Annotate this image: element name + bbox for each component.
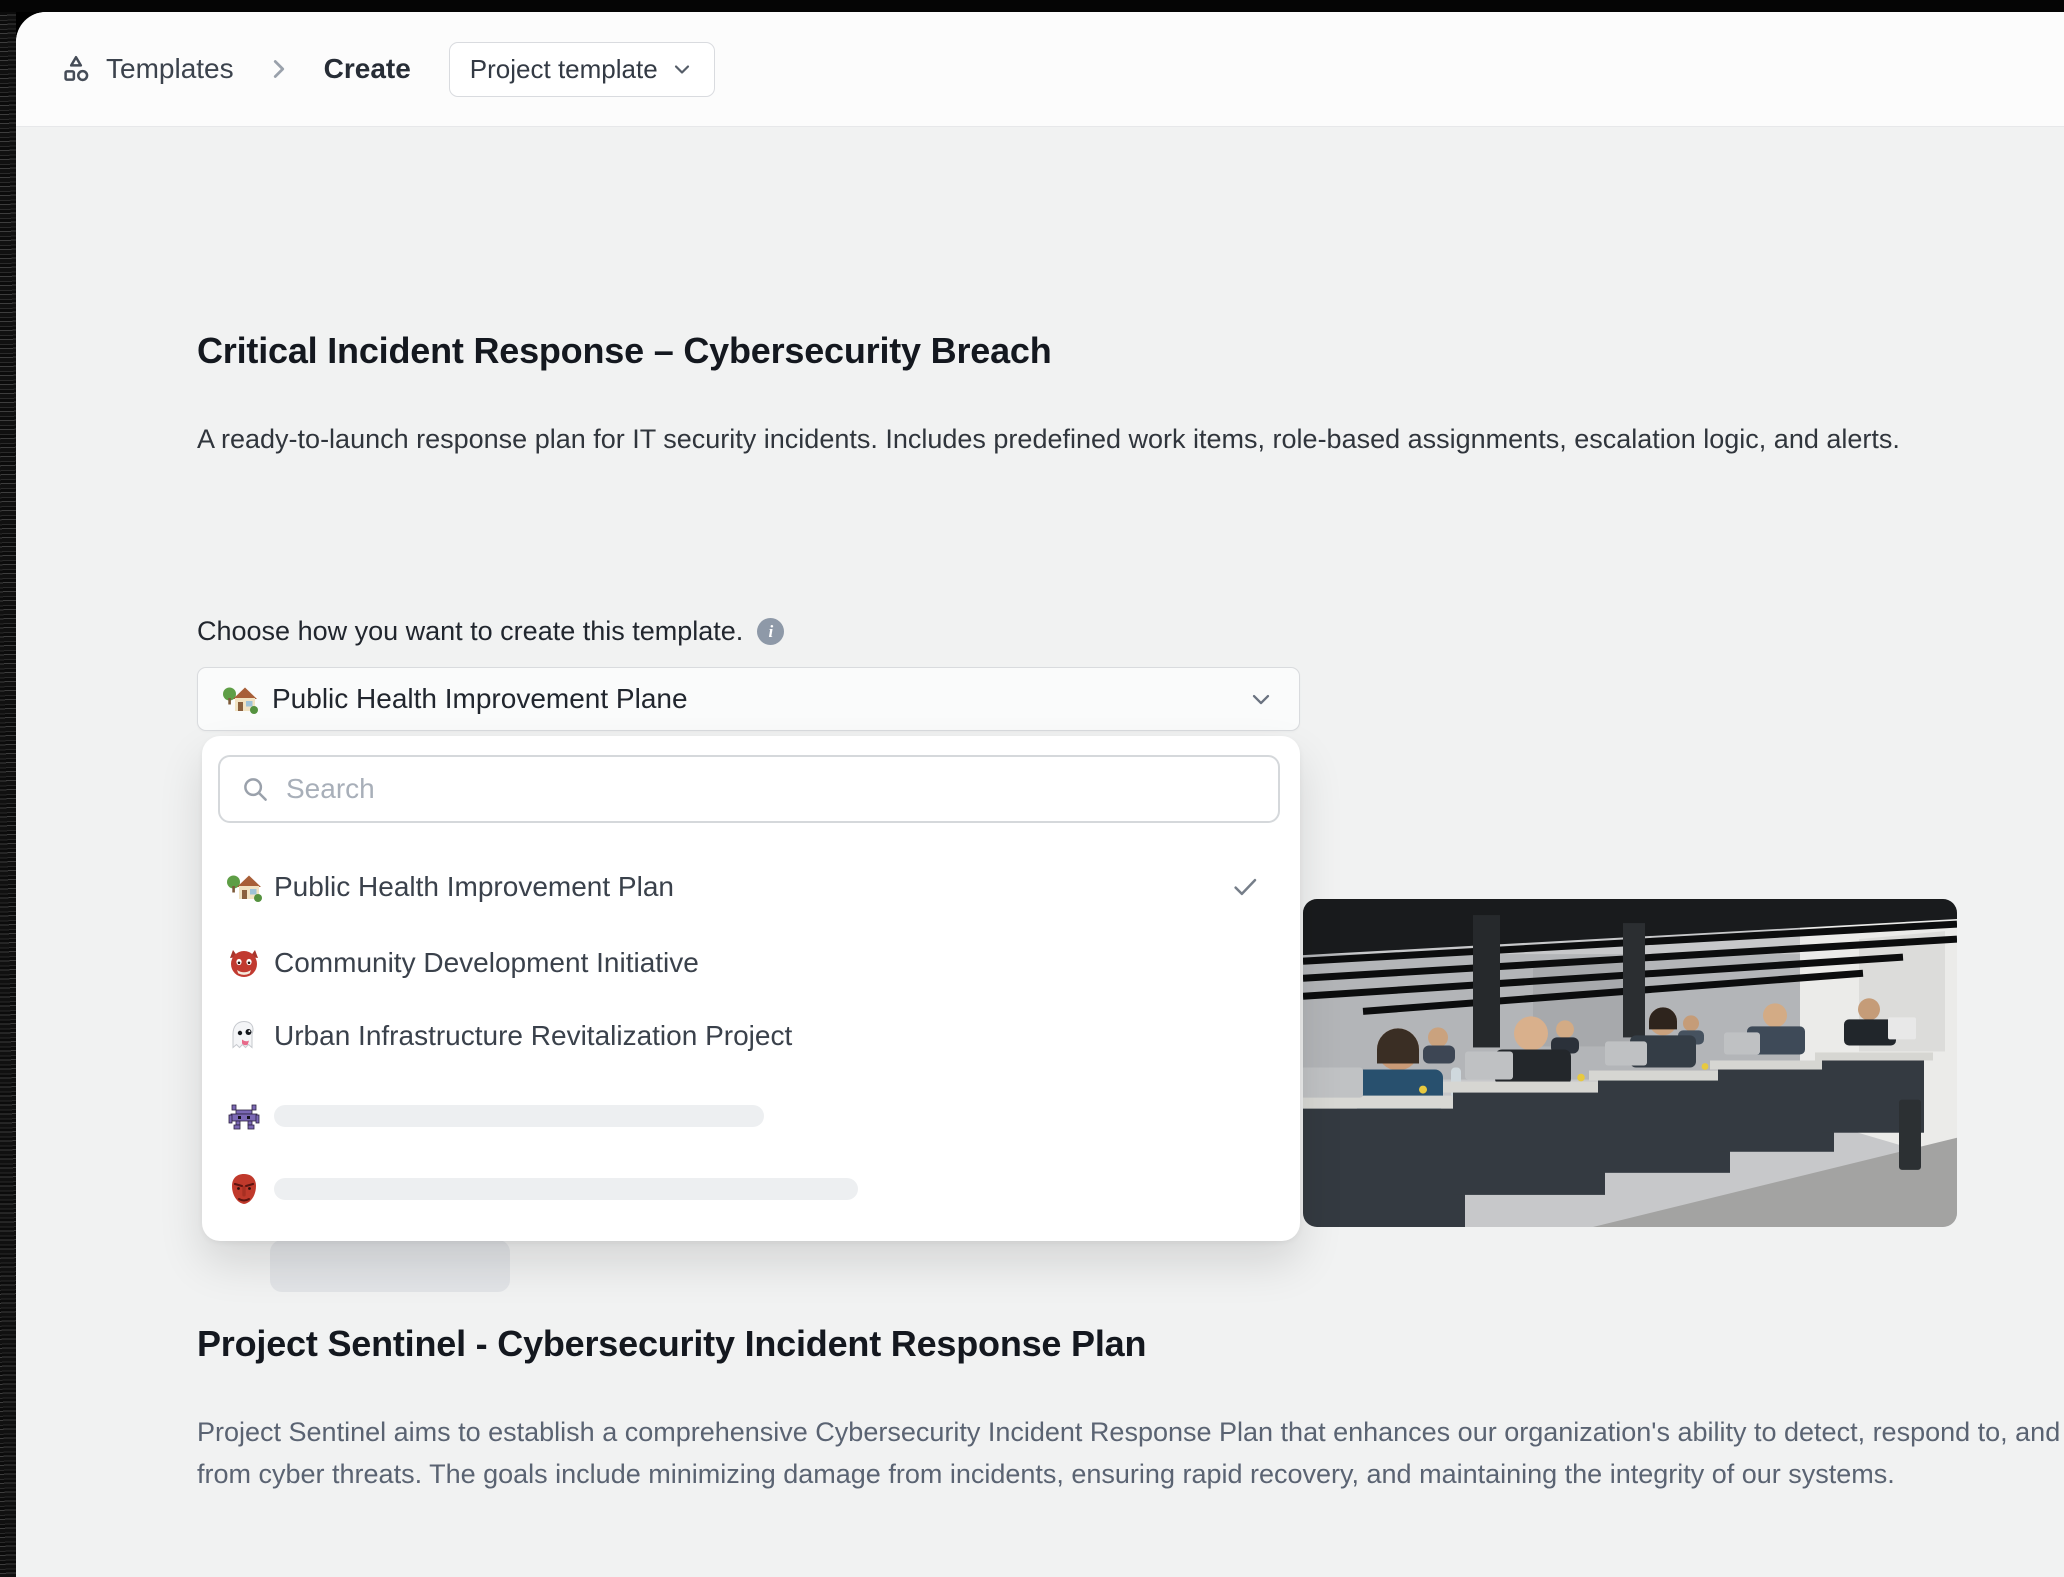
goblin-emoji [226, 1171, 262, 1207]
project-description-line2: from cyber threats. The goals include mi… [197, 1453, 2064, 1495]
project-title: Project Sentinel - Cybersecurity Inciden… [197, 1323, 1146, 1365]
template-description: A ready-to-launch response plan for IT s… [197, 418, 2053, 460]
choose-template-label: Choose how you want to create this templ… [197, 616, 743, 647]
template-source-select[interactable]: Public Health Improvement Plane [197, 667, 1300, 731]
option-community-development[interactable]: Community Development Initiative [226, 945, 1276, 981]
chevron-down-icon [670, 57, 694, 81]
ghost-emoji [226, 1018, 262, 1054]
option-label: Public Health Improvement Plan [274, 871, 674, 903]
screen-top-bezel [0, 0, 2064, 12]
loading-skeleton-bar [274, 1105, 764, 1127]
template-dropdown-panel: Public Health Improvement Plan [202, 736, 1300, 1241]
hidden-element-peek [270, 1240, 510, 1292]
header-bar: Templates Create Project template [16, 12, 2064, 127]
project-description: Project Sentinel aims to establish a com… [197, 1411, 2064, 1495]
templates-icon [60, 53, 92, 85]
check-icon [1230, 872, 1260, 902]
chevron-right-icon [264, 54, 294, 84]
template-title: Critical Incident Response – Cybersecuri… [197, 328, 1052, 374]
loading-skeleton-bar [274, 1178, 858, 1200]
chevron-down-icon [1247, 685, 1275, 713]
project-cover-image [1303, 899, 1957, 1227]
template-type-dropdown[interactable]: Project template [449, 42, 715, 97]
project-description-line1: Project Sentinel aims to establish a com… [197, 1411, 2064, 1453]
option-label: Urban Infrastructure Revitalization Proj… [274, 1020, 792, 1052]
breadcrumb-templates[interactable]: Templates [106, 53, 234, 85]
info-icon[interactable]: i [757, 618, 784, 645]
search-input[interactable] [284, 772, 1278, 806]
option-label: Community Development Initiative [274, 947, 699, 979]
search-icon [240, 774, 270, 804]
option-loading-2[interactable] [226, 1171, 1276, 1207]
house-with-garden-emoji [226, 869, 262, 905]
option-loading-1[interactable] [226, 1098, 1276, 1134]
template-type-label: Project template [470, 54, 658, 85]
office-photo-illustration [1303, 899, 1957, 1227]
screen-left-bezel [0, 12, 16, 1577]
breadcrumb-create: Create [324, 53, 411, 85]
alien-monster-emoji [226, 1098, 262, 1134]
search-box[interactable] [218, 755, 1280, 823]
ogre-emoji [226, 945, 262, 981]
option-public-health[interactable]: Public Health Improvement Plan [226, 869, 1276, 905]
breadcrumb: Templates Create Project template [60, 42, 715, 97]
house-with-garden-emoji [222, 681, 258, 717]
selected-template-label: Public Health Improvement Plane [272, 683, 688, 715]
option-urban-infrastructure[interactable]: Urban Infrastructure Revitalization Proj… [226, 1018, 1276, 1054]
app-window: Templates Create Project template Critic… [16, 12, 2064, 1577]
main-content: Critical Incident Response – Cybersecuri… [16, 128, 2064, 1577]
